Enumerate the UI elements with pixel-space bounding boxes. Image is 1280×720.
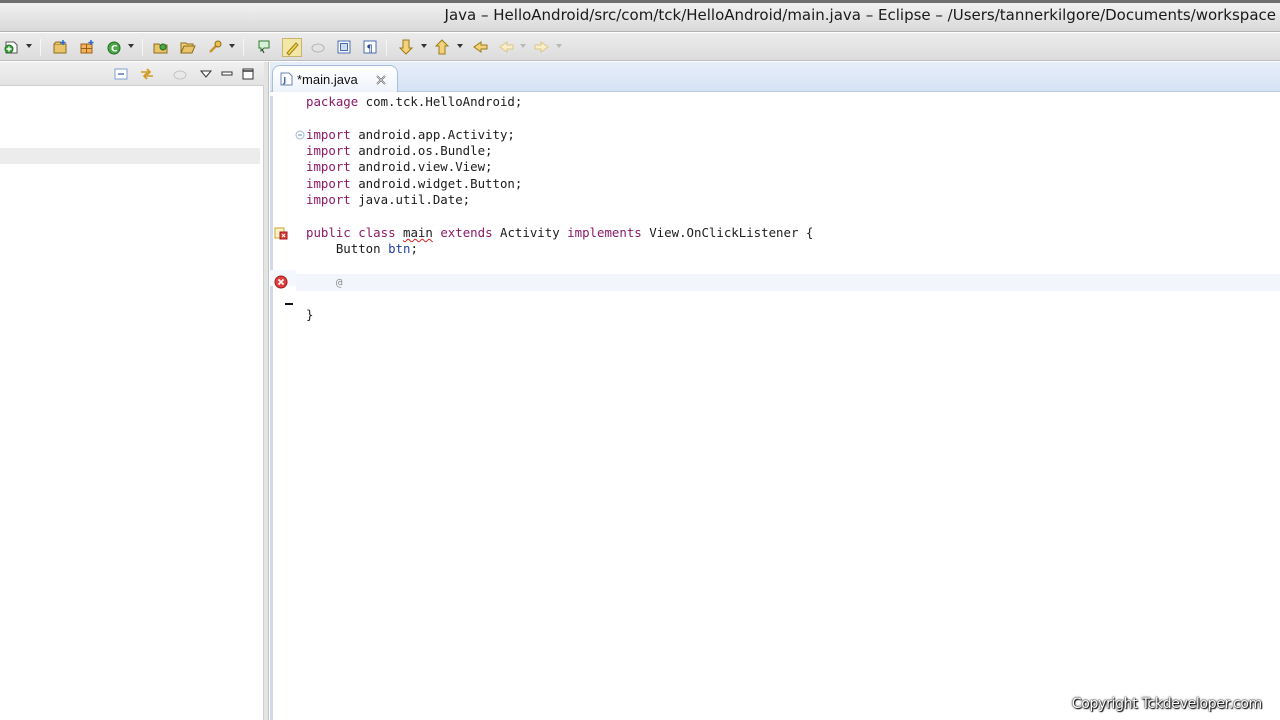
code-token: android.os.Bundle; — [350, 143, 493, 159]
forward-dropdown[interactable] — [556, 44, 562, 48]
java-file-icon: J — [280, 72, 293, 86]
code-token: @ — [335, 275, 343, 289]
editor-tab-strip: J *main.java — [270, 62, 1280, 92]
code-line[interactable]: public class main extends Activity imple… — [306, 225, 813, 241]
svg-text:¶: ¶ — [367, 44, 373, 55]
code-line[interactable]: import android.widget.Button; — [306, 176, 522, 192]
code-line[interactable]: package com.tck.HelloAndroid; — [306, 94, 522, 110]
warning-error-icon[interactable] — [274, 226, 288, 240]
previous-annotation-dropdown[interactable] — [457, 44, 463, 48]
java-editor: J *main.java package com.tck.HelloAndroi… — [270, 62, 1280, 720]
focus-icon[interactable] — [172, 66, 188, 82]
error-icon[interactable] — [274, 275, 288, 289]
next-annotation-dropdown[interactable] — [421, 44, 427, 48]
main-toolbar: C ¶ — [0, 33, 1280, 61]
keyword-token: public — [306, 224, 351, 240]
keyword-token: import — [306, 192, 351, 208]
new-java-project-icon[interactable] — [52, 39, 68, 55]
next-annotation-icon[interactable] — [398, 39, 414, 55]
code-line[interactable]: Button btn; — [306, 241, 418, 257]
toggle-mark-occurrences-icon[interactable] — [282, 38, 302, 57]
text-cursor — [285, 303, 293, 305]
code-line[interactable]: } — [306, 307, 313, 323]
tab-title: *main.java — [297, 72, 358, 87]
svg-text:C: C — [111, 45, 118, 55]
toolbar-separator — [386, 39, 387, 56]
collapse-all-icon[interactable] — [113, 66, 129, 82]
new-wizard-icon[interactable] — [4, 39, 20, 55]
keyword-token: class — [358, 224, 396, 240]
package-explorer-view — [0, 62, 264, 720]
selected-tree-row[interactable] — [0, 148, 260, 164]
code-token: } — [306, 306, 314, 322]
code-token: java.util.Date; — [350, 192, 471, 208]
new-wizard-dropdown[interactable] — [26, 44, 32, 48]
show-paragraph-icon[interactable]: ¶ — [362, 39, 378, 55]
new-java-package-icon[interactable] — [79, 39, 95, 55]
toolbar-separator — [243, 39, 244, 56]
view-sash[interactable] — [264, 62, 269, 720]
new-java-class-dropdown[interactable] — [128, 44, 134, 48]
search-dropdown[interactable] — [229, 44, 235, 48]
error-token: main — [403, 224, 433, 240]
new-java-class-icon[interactable]: C — [106, 39, 122, 55]
code-token: android.widget.Button; — [350, 175, 523, 191]
window-title: Java – HelloAndroid/src/com/tck/HelloAnd… — [444, 6, 1276, 24]
last-edit-location-icon[interactable] — [472, 39, 488, 55]
keyword-token: implements — [567, 224, 642, 240]
toolbar-separator — [142, 39, 143, 56]
code-token: View.OnClickListener { — [641, 224, 814, 240]
toggle-block-selection-icon[interactable] — [310, 39, 326, 55]
toggle-ant-editor-icon[interactable] — [256, 39, 272, 55]
back-dropdown[interactable] — [520, 44, 526, 48]
keyword-token: import — [306, 126, 351, 142]
fold-collapse-icon[interactable] — [295, 130, 305, 140]
forward-icon[interactable] — [534, 39, 550, 55]
toolbar-separator — [40, 39, 41, 56]
code-line[interactable]: import android.app.Activity; — [306, 127, 515, 143]
keyword-token: import — [306, 159, 351, 175]
show-whitespace-icon[interactable] — [336, 39, 352, 55]
open-type-icon[interactable] — [153, 39, 169, 55]
watermark: Copyright Tckdeveloper.com — [1071, 696, 1263, 712]
search-icon[interactable] — [207, 39, 223, 55]
code-token: android.view.View; — [350, 159, 493, 175]
code-token: Button — [306, 241, 389, 257]
keyword-token: extends — [440, 224, 493, 240]
code-token: android.app.Activity; — [350, 126, 515, 142]
keyword-token: package — [306, 94, 359, 109]
code-line[interactable]: import android.os.Bundle; — [306, 143, 493, 159]
keyword-token: import — [306, 143, 351, 159]
open-folder-icon[interactable] — [180, 39, 196, 55]
code-line[interactable]: import java.util.Date; — [306, 192, 470, 208]
link-with-editor-icon[interactable] — [139, 66, 155, 82]
view-toolbar — [0, 62, 264, 86]
view-menu-icon[interactable] — [198, 66, 214, 82]
keyword-token: import — [306, 175, 351, 191]
previous-annotation-icon[interactable] — [434, 39, 450, 55]
window-title-bar: Java – HelloAndroid/src/com/tck/HelloAnd… — [0, 0, 1280, 32]
code-token: btn — [388, 241, 411, 257]
code-token: com.tck.HelloAndroid; — [358, 94, 523, 109]
code-area[interactable]: package com.tck.HelloAndroid; import andr… — [270, 92, 1280, 720]
minimize-icon[interactable] — [219, 66, 235, 82]
code-line[interactable]: @ — [306, 274, 343, 290]
back-icon[interactable] — [498, 39, 514, 55]
svg-text:J: J — [282, 76, 286, 85]
code-token: Activity — [492, 224, 568, 240]
code-token: ; — [410, 241, 418, 257]
current-line-highlight — [296, 273, 1280, 291]
maximize-icon[interactable] — [240, 66, 256, 82]
title-bar-top-edge — [0, 0, 1280, 3]
tab-main-java[interactable]: J *main.java — [272, 65, 398, 92]
close-icon[interactable] — [375, 74, 387, 86]
code-line[interactable]: import android.view.View; — [306, 159, 493, 175]
